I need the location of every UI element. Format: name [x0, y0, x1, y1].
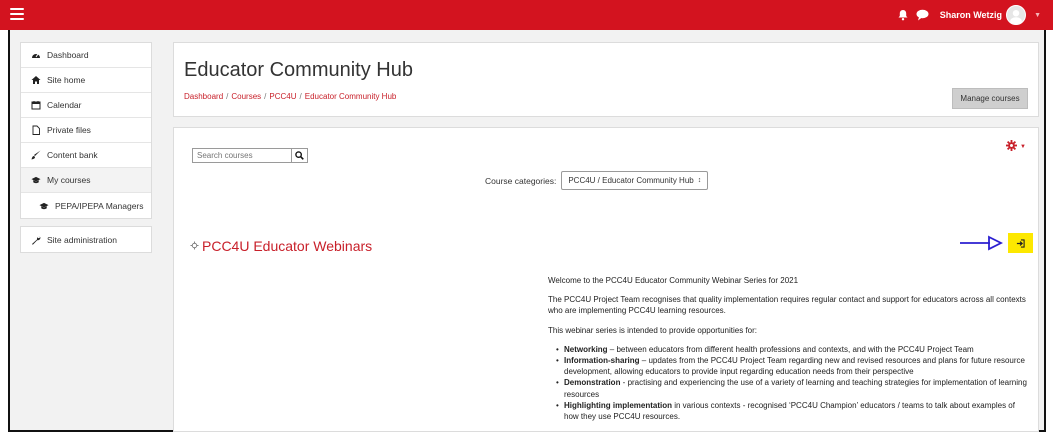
sidebar-item-label: Content bank	[47, 150, 98, 160]
sidebar-item-dashboard[interactable]: Dashboard	[21, 43, 151, 68]
graduation-cap-icon	[31, 175, 41, 185]
sidebar-item-content-bank[interactable]: Content bank	[21, 143, 151, 168]
page-header: Educator Community Hub Dashboard / Courses…	[173, 42, 1039, 117]
page-title: Educator Community Hub	[184, 59, 413, 81]
list-item-text: – between educators from different healt…	[607, 344, 974, 354]
manage-courses-button[interactable]: Manage courses	[952, 88, 1028, 109]
user-name[interactable]: Sharon Wetzig	[940, 10, 1002, 20]
list-item: Information-sharing – updates from the P…	[556, 355, 1028, 377]
summary-paragraph: The PCC4U Project Team recognises that q…	[548, 295, 1026, 316]
course-summary: Welcome to the PCC4U Educator Community …	[548, 275, 1028, 422]
home-icon	[31, 75, 41, 85]
messages-icon[interactable]	[916, 8, 930, 22]
sidebar-item-label: Site administration	[47, 234, 117, 245]
user-menu-caret-icon[interactable]: ▼	[1034, 12, 1041, 19]
course-entry: PCC4U Educator Webinars	[190, 238, 372, 254]
wrench-icon	[31, 235, 41, 245]
sign-in-icon	[1016, 238, 1025, 248]
breadcrumb-item-pcc4u[interactable]: PCC4U	[269, 92, 296, 101]
search-input[interactable]	[192, 148, 292, 163]
list-item-heading: Networking	[564, 344, 608, 354]
breadcrumb-separator: /	[264, 92, 267, 101]
main-content: ▼ Course categories: PCC4U / Educator Co…	[173, 127, 1039, 432]
sidebar-item-site-home[interactable]: Site home	[21, 68, 151, 93]
page-frame: Dashboard Site home Calendar Private fil…	[8, 30, 1046, 432]
sidebar-item-calendar[interactable]: Calendar	[21, 93, 151, 118]
dashboard-icon	[31, 50, 41, 60]
course-expand-icon[interactable]	[190, 240, 199, 252]
top-navbar: Sharon Wetzig ▼	[0, 0, 1053, 30]
sidebar-item-label: My courses	[47, 175, 91, 185]
sidebar-item-label: PEPA/IPEPA Managers	[55, 200, 144, 211]
sidebar-item-label: Dashboard	[47, 50, 89, 60]
calendar-icon	[31, 100, 41, 110]
summary-paragraph: This webinar series is intended to provi…	[548, 325, 757, 335]
sidebar-item-site-administration[interactable]: Site administration	[21, 227, 151, 252]
summary-list: Networking – between educators from diff…	[556, 344, 1028, 422]
nav-drawer: Dashboard Site home Calendar Private fil…	[20, 42, 152, 260]
list-item-heading: Demonstration	[564, 378, 621, 388]
menu-toggle-icon[interactable]	[10, 8, 24, 21]
course-categories: Course categories: PCC4U / Educator Comm…	[485, 171, 709, 190]
notification-bell-icon[interactable]	[896, 8, 910, 22]
list-item: Demonstration - practising and experienc…	[556, 377, 1028, 399]
breadcrumb-item-dashboard[interactable]: Dashboard	[184, 92, 223, 101]
sidebar-item-label: Private files	[47, 125, 91, 135]
categories-select[interactable]: PCC4U / Educator Community Hub ↕	[561, 171, 709, 190]
search-button[interactable]	[292, 148, 308, 163]
categories-selected-value: PCC4U / Educator Community Hub	[568, 176, 694, 185]
breadcrumb: Dashboard / Courses / PCC4U / Educator Communi…	[184, 92, 396, 101]
graduation-cap-icon	[39, 201, 49, 211]
gear-icon	[1006, 140, 1018, 153]
list-item-heading: Highlighting implementation	[564, 400, 672, 410]
sidebar-item-private-files[interactable]: Private files	[21, 118, 151, 143]
annotation-arrow-icon	[960, 235, 1003, 251]
breadcrumb-separator: /	[226, 92, 229, 101]
paintbrush-icon	[31, 150, 41, 160]
list-item-heading: Information-sharing	[564, 355, 640, 365]
categories-label: Course categories:	[485, 175, 557, 186]
course-search	[192, 148, 308, 163]
search-icon	[295, 151, 304, 160]
list-item-text: - practising and experiencing the use of…	[564, 378, 1027, 399]
file-icon	[31, 125, 41, 135]
avatar[interactable]	[1006, 5, 1027, 25]
settings-menu[interactable]: ▼	[1006, 140, 1026, 153]
breadcrumb-item-educator-community-hub[interactable]: Educator Community Hub	[305, 92, 397, 101]
breadcrumb-separator: /	[299, 92, 302, 101]
sidebar-item-label: Calendar	[47, 100, 82, 110]
enrol-button[interactable]	[1008, 233, 1033, 253]
sidebar-item-label: Site home	[47, 75, 86, 85]
sidebar-item-my-courses[interactable]: My courses	[21, 168, 151, 193]
list-item: Highlighting implementation in various c…	[556, 400, 1028, 422]
chevron-down-icon: ▼	[1020, 143, 1026, 150]
nav-group-main: Dashboard Site home Calendar Private fil…	[20, 42, 152, 219]
user-area: Sharon Wetzig ▼	[896, 5, 1041, 25]
list-item: Networking – between educators from diff…	[556, 344, 1028, 355]
course-title-link[interactable]: PCC4U Educator Webinars	[202, 238, 372, 254]
nav-group-admin: Site administration	[20, 226, 152, 253]
summary-paragraph: Welcome to the PCC4U Educator Community …	[548, 276, 799, 285]
sidebar-item-pepa-ipepa-managers[interactable]: PEPA/IPEPA Managers	[21, 193, 151, 218]
select-arrows-icon: ↕	[697, 177, 702, 184]
breadcrumb-item-courses[interactable]: Courses	[231, 92, 261, 101]
